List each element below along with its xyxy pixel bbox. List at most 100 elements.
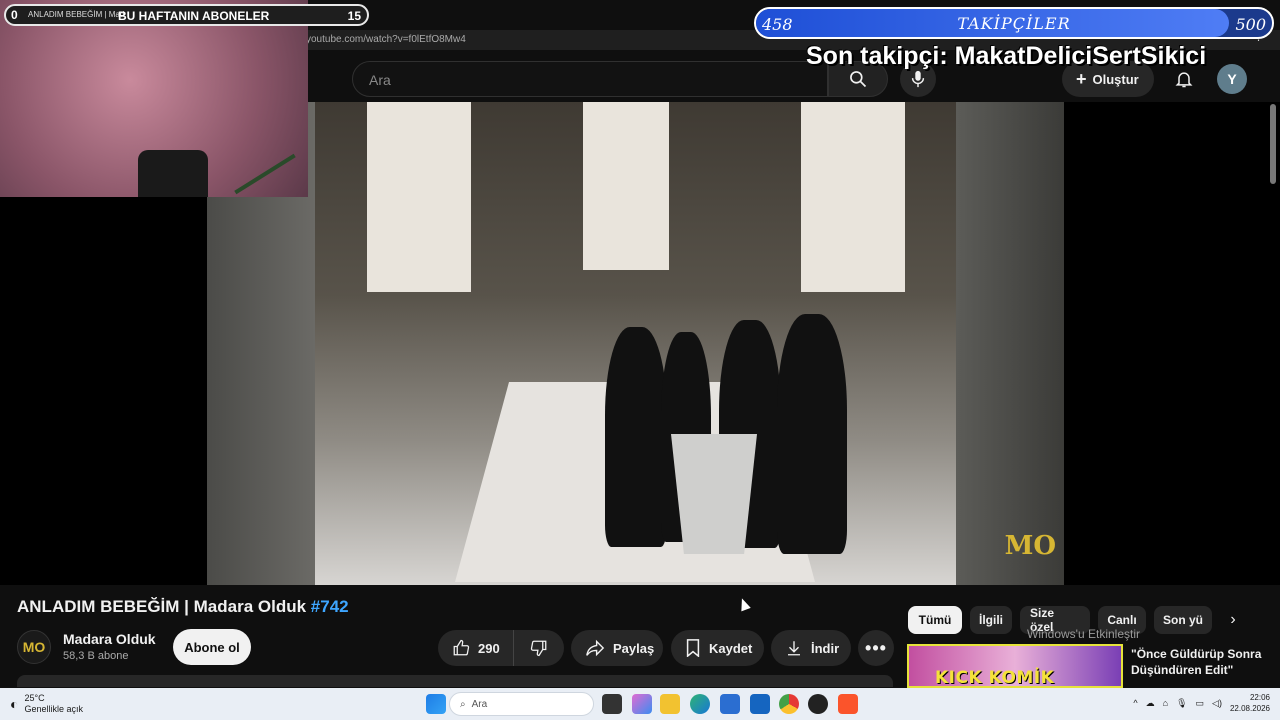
download-button[interactable]: İndir [771, 630, 851, 666]
mic-arm [234, 153, 296, 195]
weekly-subscribers-bar: 0 ANLADIM BEBEĞİM | Mad BU HAFTANIN ABON… [4, 4, 369, 26]
windows-taskbar: ◐ 25°C Genellikle açık ⌕ Ara ^ ☁ ⌂ 🎙 ▭ ◁… [0, 688, 1280, 720]
mouse-cursor [737, 596, 751, 612]
chip-related[interactable]: İlgili [970, 606, 1012, 634]
video-title-text: ANLADIM BEBEĞİM | Madara Olduk [17, 597, 307, 616]
bell-icon [1175, 72, 1193, 88]
cloud-icon[interactable]: ☁ [1146, 698, 1155, 709]
weather-widget[interactable]: ◐ 25°C Genellikle açık [10, 693, 83, 715]
subscribe-label: Abone ol [184, 639, 240, 655]
search-placeholder: Ara [369, 72, 391, 88]
channel-logo-text: MO [22, 639, 46, 655]
search-icon [850, 71, 867, 88]
chip-recent[interactable]: Son yü [1154, 606, 1212, 634]
webcam-overlay [0, 0, 308, 197]
dislike-button[interactable] [514, 639, 564, 657]
chip-all[interactable]: Tümü [908, 606, 962, 634]
network-icon[interactable]: ⌂ [1163, 698, 1168, 708]
chevron-up-icon[interactable]: ^ [1133, 698, 1137, 708]
more-actions-button[interactable]: ••• [858, 630, 894, 666]
video-content [315, 102, 956, 585]
taskbar-search-label: Ara [471, 698, 488, 710]
person [605, 327, 667, 547]
microphone-icon [911, 70, 925, 88]
save-button[interactable]: Kaydet [671, 630, 764, 666]
weather-icon: ◐ [10, 696, 19, 712]
chrome-icon[interactable] [779, 694, 799, 714]
share-button[interactable]: Paylaş [571, 630, 663, 666]
chevron-right-icon: › [1230, 611, 1236, 628]
microphone-object [138, 150, 208, 197]
display-icon[interactable]: ▭ [1196, 698, 1205, 709]
date: 22.08.2026 [1229, 704, 1270, 713]
recommendation-thumbnail[interactable]: KICK KOMİK ANLAR [907, 644, 1123, 688]
file-explorer-icon[interactable] [660, 694, 680, 714]
follower-goal-bar: 458 TAKİPÇİLER 500 [754, 7, 1274, 39]
task-view-icon[interactable] [602, 694, 622, 714]
search-icon: ⌕ [460, 698, 466, 710]
description-box[interactable] [17, 675, 893, 687]
time: 22:06 [1249, 693, 1270, 702]
chip-label: Tümü [918, 613, 952, 627]
player-left-area [0, 197, 207, 585]
chip-label: Canlı [1107, 613, 1137, 627]
sub-count-right: 15 [347, 9, 361, 23]
store-icon[interactable] [720, 694, 740, 714]
share-icon [586, 639, 605, 657]
player-right-area [1064, 102, 1280, 585]
trophy-banner-left [367, 102, 471, 292]
page-scrollbar[interactable] [1270, 104, 1276, 184]
thumbnail-text: KICK KOMİK ANLAR [935, 668, 1055, 688]
channel-name[interactable]: Madara Olduk [63, 631, 156, 647]
like-count: 290 [478, 640, 500, 656]
microphone-icon[interactable]: 🎙 [1176, 698, 1187, 709]
video-title: ANLADIM BEBEĞİM | Madara Olduk #742 [17, 597, 349, 617]
taskbar-search[interactable]: ⌕ Ara [449, 692, 594, 716]
share-label: Paylaş [613, 640, 655, 656]
person [777, 314, 847, 554]
copilot-icon[interactable] [632, 694, 652, 714]
avatar-letter: Y [1227, 71, 1237, 87]
recommendation-title[interactable]: "Önce Güldürüp Sonra Düşündüren Edit" [1131, 646, 1271, 678]
thumbs-up-icon [453, 639, 470, 656]
trophy-podium [671, 434, 757, 554]
screen: youtube.com/watch?v=f0lEtfO8Mw4 ⧉ ⋮ Ara … [0, 0, 1280, 720]
channel-avatar[interactable]: MO [17, 630, 51, 664]
chips-next-button[interactable]: › [1220, 607, 1246, 633]
video-player[interactable]: MO [207, 102, 1064, 585]
sub-count-left: 0 [11, 8, 18, 22]
create-label: Oluştur [1092, 71, 1139, 87]
like-dislike-group: 290 [438, 630, 564, 666]
channel-watermark: MO [1004, 531, 1056, 561]
clock[interactable]: 22:06 22.08.2026 [1230, 692, 1270, 714]
subscriber-count: 58,3 B abone [63, 650, 129, 662]
start-icon[interactable] [426, 694, 446, 714]
like-button[interactable]: 290 [438, 630, 514, 666]
followers-goal: 500 [1235, 15, 1266, 34]
chip-label: İlgili [979, 613, 1003, 627]
chip-label: Son yü [1163, 613, 1204, 627]
thumbs-down-icon [530, 640, 547, 657]
tab-title-text: ANLADIM BEBEĞİM | Mad [28, 10, 125, 19]
trophy-banner-right [801, 102, 905, 292]
brave-icon[interactable] [838, 694, 858, 714]
account-avatar[interactable]: Y [1217, 64, 1247, 94]
url-text: youtube.com/watch?v=f0lEtfO8Mw4 [306, 34, 466, 45]
app-icon[interactable] [808, 694, 828, 714]
search-input[interactable]: Ara [352, 61, 828, 97]
weather-description: Genellikle açık [24, 704, 83, 714]
save-label: Kaydet [709, 640, 753, 656]
download-icon [788, 641, 800, 656]
subscribe-button[interactable]: Abone ol [173, 629, 251, 665]
edge-icon[interactable] [690, 694, 710, 714]
hashtag-link[interactable]: #742 [311, 597, 349, 616]
windows-activation-watermark: Windows'u Etkinleştir [1027, 627, 1140, 641]
followers-label: TAKİPÇİLER [957, 14, 1071, 33]
download-label: İndir [811, 640, 840, 656]
last-follower-text: Son takipçi: MakatDeliciSertSikici [806, 42, 1207, 70]
sub-bar-label: BU HAFTANIN ABONELER [118, 9, 270, 23]
more-dots-icon: ••• [865, 637, 887, 658]
temperature: 25°C [24, 693, 45, 703]
outlook-icon[interactable] [750, 694, 770, 714]
volume-icon[interactable]: ◁) [1212, 698, 1222, 709]
